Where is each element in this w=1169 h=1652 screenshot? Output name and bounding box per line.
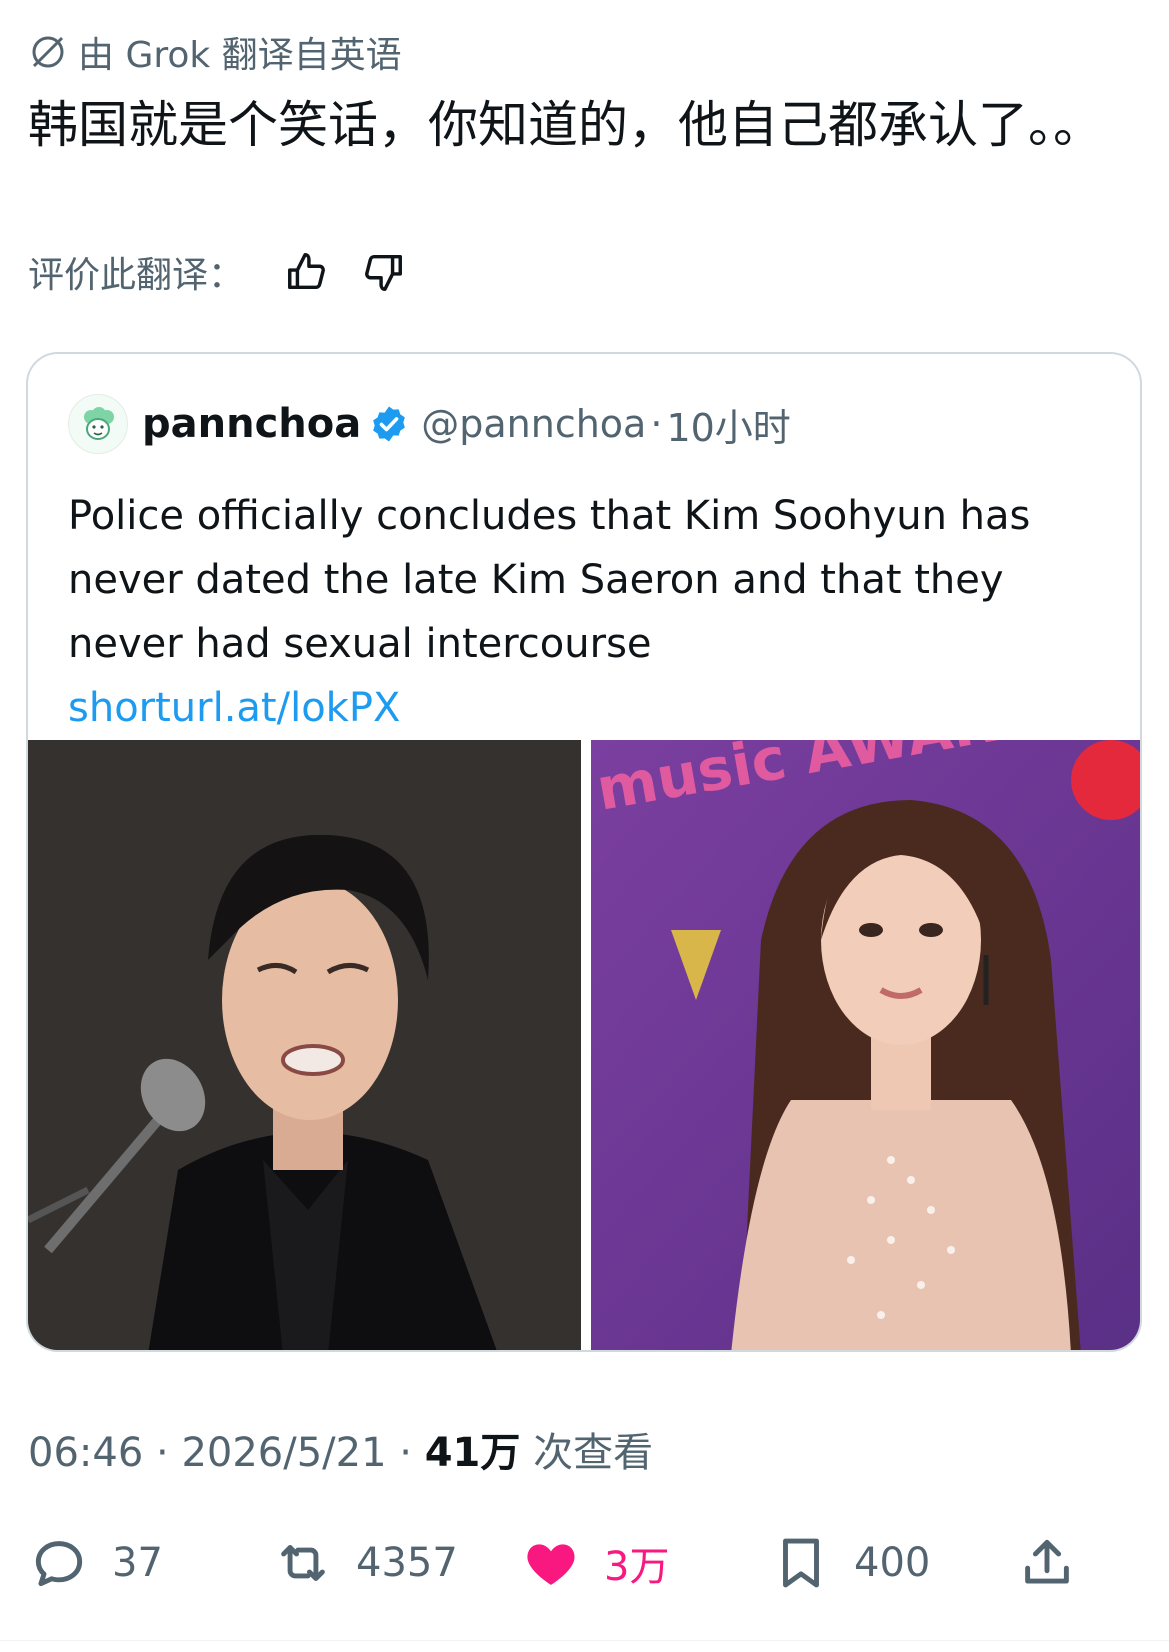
quoted-tweet-body: Police officially concludes that Kim Soo… <box>68 484 1108 740</box>
reply-button[interactable]: 37 <box>28 1532 163 1594</box>
share-icon <box>1025 1539 1069 1584</box>
quoted-author-handle[interactable]: @pannchoa <box>421 402 646 446</box>
tweet-text: 韩国就是个笑话，你知道的，他自己都承认了。。 <box>28 96 1103 154</box>
tweet-meta: 06:46 · 2026/5/21 · 41万 次查看 <box>28 1420 653 1478</box>
avatar-sheep-icon <box>84 407 114 440</box>
share-button[interactable] <box>1016 1532 1100 1594</box>
bookmark-button[interactable]: 400 <box>770 1532 930 1594</box>
quoted-tweet-link[interactable]: shorturl.at/lokPX <box>68 676 1108 740</box>
quoted-tweet-media: music AWARDS <box>28 740 1140 1350</box>
photo-left[interactable] <box>28 740 581 1350</box>
repost-button[interactable]: 4357 <box>272 1532 458 1594</box>
thumbs-down-icon[interactable] <box>360 249 406 295</box>
quoted-tweet-text: Police officially concludes that Kim Soo… <box>68 493 1031 667</box>
tweet-date[interactable]: 2026/5/21 <box>181 1430 386 1476</box>
quoted-tweet-header: pannchoa @pannchoa · 10小时 <box>68 394 791 454</box>
reply-icon <box>35 1541 83 1587</box>
avatar[interactable] <box>68 394 128 454</box>
like-button[interactable]: 3万 <box>520 1532 669 1594</box>
photo-right-image: music AWARDS <box>591 740 1140 1350</box>
views-count: 41万 <box>424 1430 521 1476</box>
quoted-tweet-card[interactable]: pannchoa @pannchoa · 10小时 Police officia… <box>26 352 1142 1352</box>
like-count: 3万 <box>604 1544 670 1590</box>
translation-source: 由 Grok 翻译自英语 <box>28 26 402 78</box>
rate-translation: 评价此翻译： <box>28 246 406 298</box>
divider <box>0 1640 1169 1641</box>
tweet-time[interactable]: 06:46 <box>28 1430 143 1476</box>
bookmark-count: 400 <box>854 1540 931 1586</box>
thumbs-up-icon[interactable] <box>284 249 330 295</box>
repost-icon <box>281 1545 325 1581</box>
bookmark-icon <box>783 1538 819 1588</box>
views-label: 次查看 <box>533 1430 654 1476</box>
translate-icon <box>32 36 64 68</box>
separator-dot: · <box>650 402 663 446</box>
quoted-author-name[interactable]: pannchoa <box>142 401 361 447</box>
repost-count: 4357 <box>356 1540 458 1586</box>
tweet-actions: 37 4357 3万 400 <box>28 1532 1138 1602</box>
rate-translation-label: 评价此翻译： <box>28 255 245 296</box>
translation-source-label: 由 Grok 翻译自英语 <box>78 35 402 76</box>
reply-count: 37 <box>112 1540 163 1586</box>
photo-right[interactable]: music AWARDS <box>591 740 1140 1350</box>
verified-badge-icon <box>373 406 406 442</box>
separator-dot: · <box>156 1430 169 1476</box>
quoted-tweet-time[interactable]: 10小时 <box>666 397 790 452</box>
separator-dot: · <box>399 1430 412 1476</box>
photo-left-image <box>28 740 581 1350</box>
heart-icon <box>527 1544 575 1585</box>
